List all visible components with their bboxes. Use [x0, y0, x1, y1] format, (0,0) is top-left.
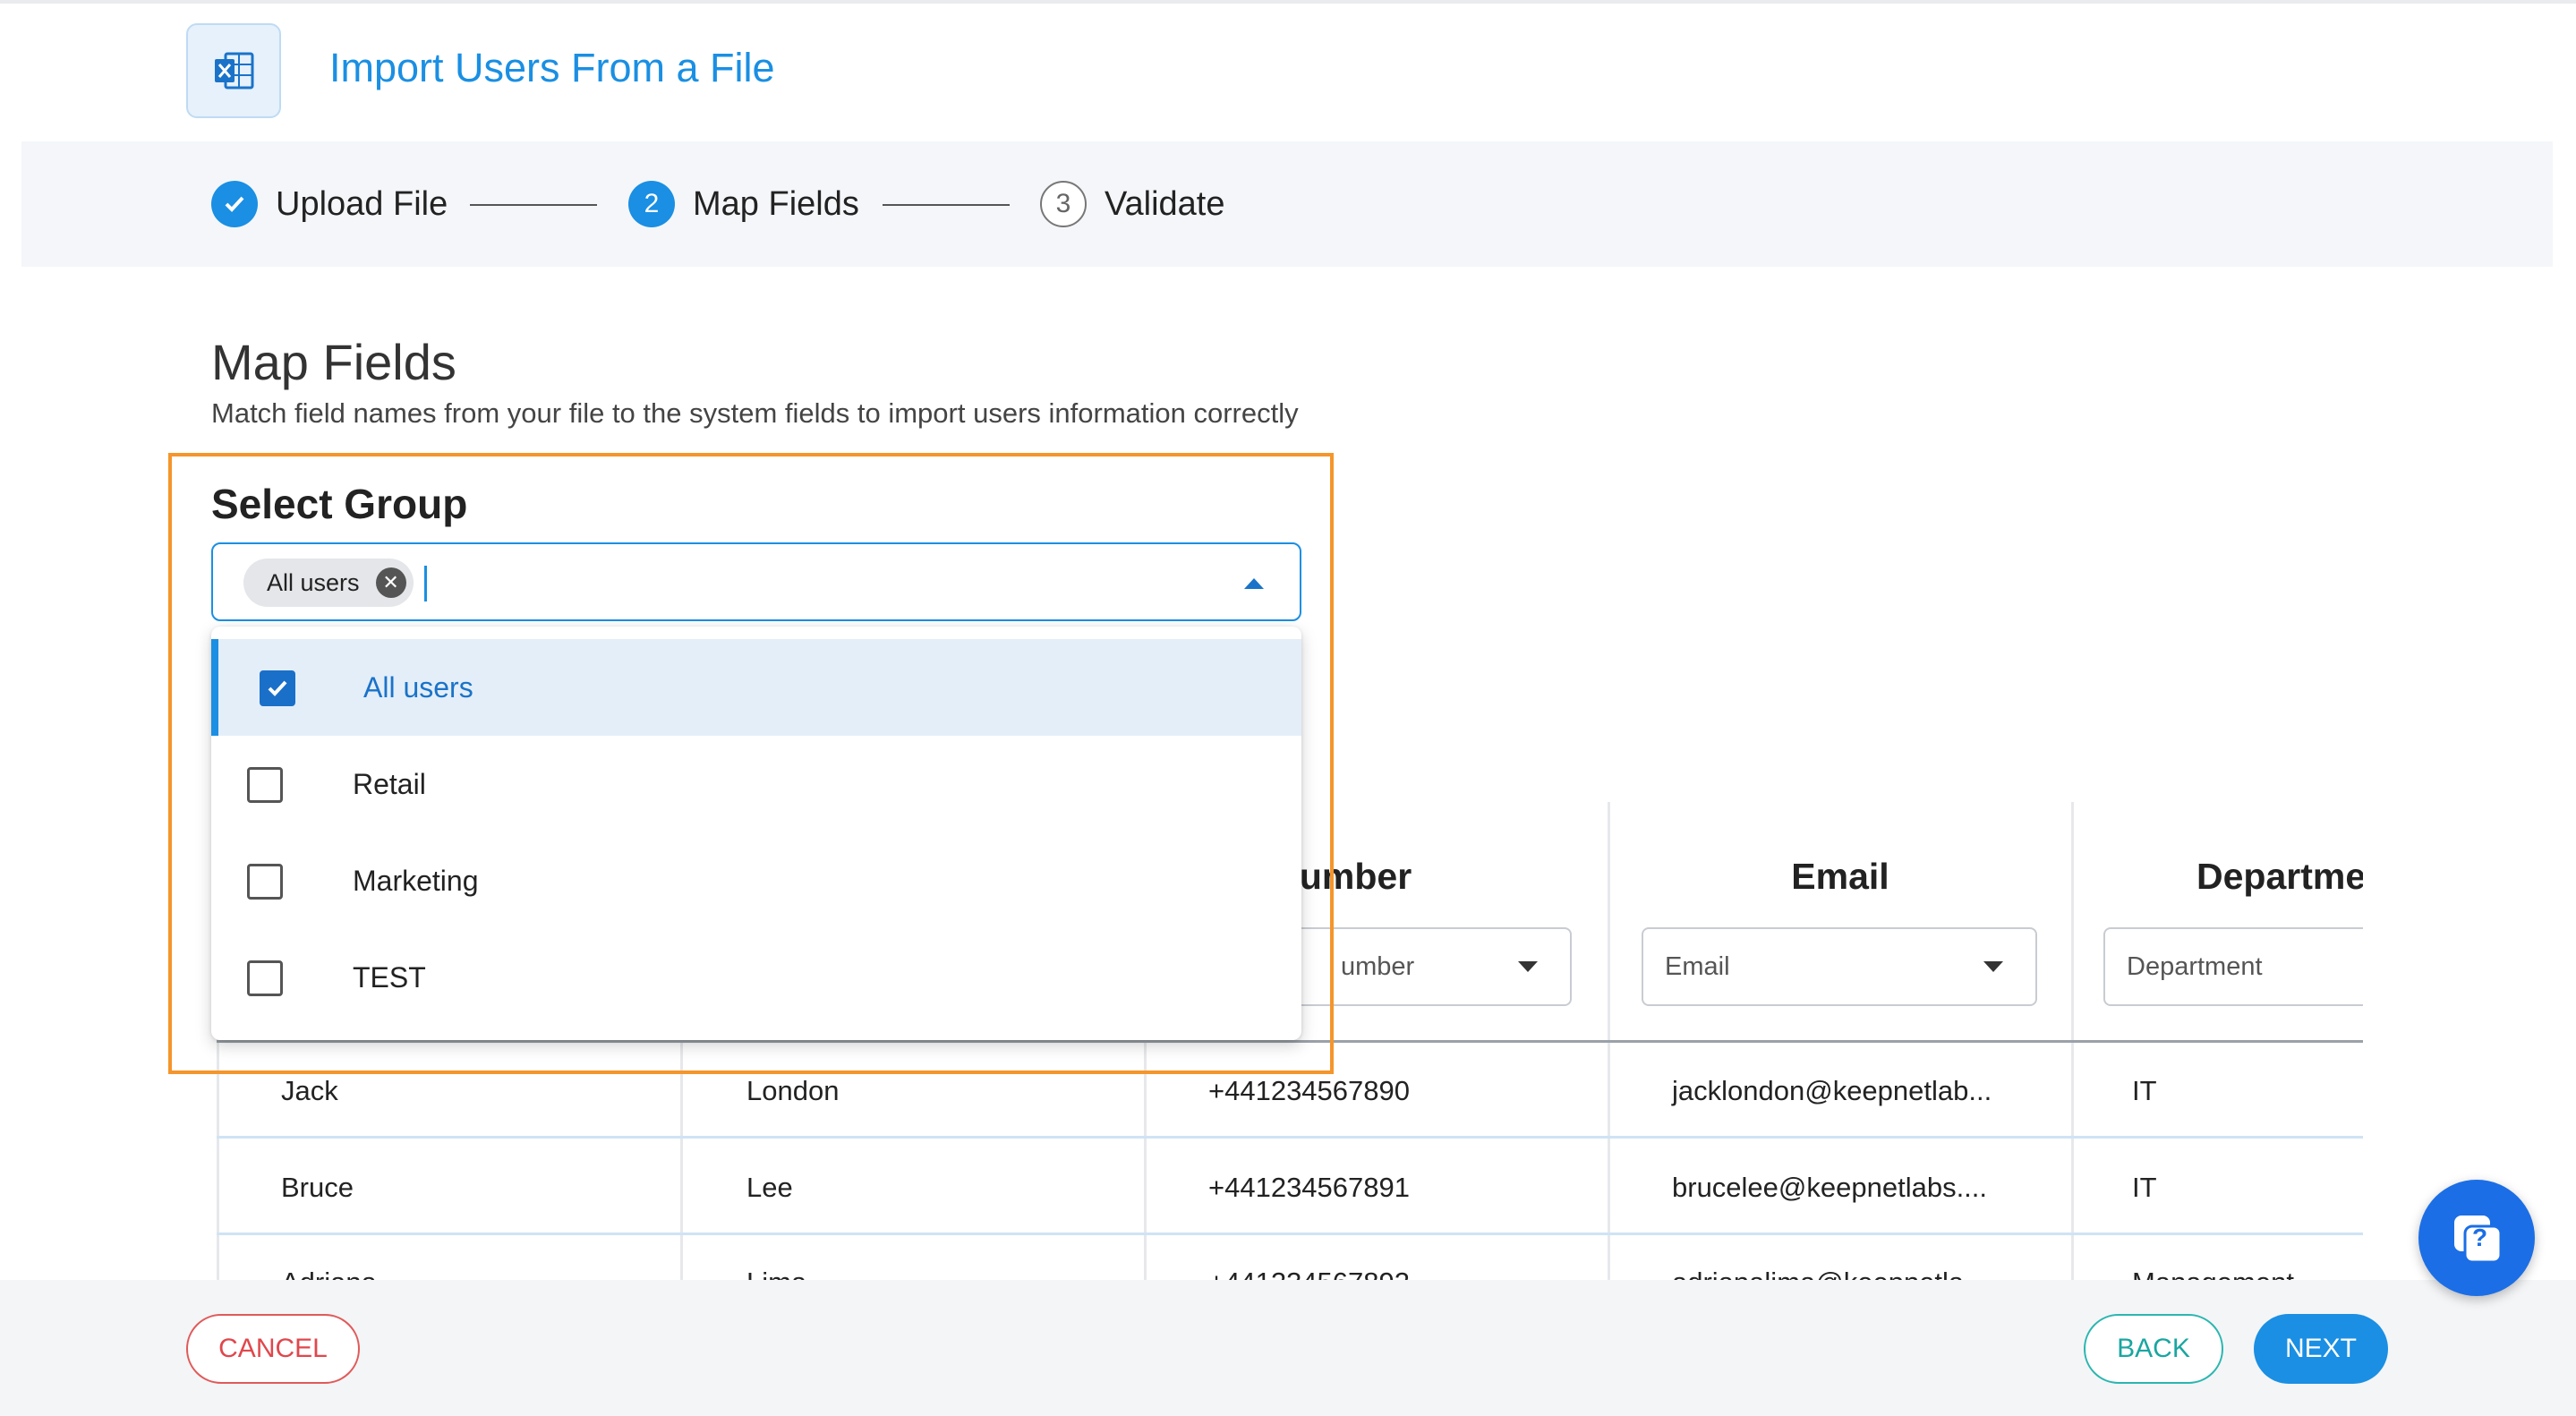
cell-email: jacklondon@keepnetlab...	[1672, 1075, 1992, 1106]
select-group-label: Select Group	[211, 481, 468, 527]
checkbox-icon[interactable]	[247, 767, 283, 803]
group-dropdown-menu: All users Retail Marketing TEST	[211, 627, 1301, 1040]
step-number: 2	[628, 181, 675, 227]
chevron-up-icon[interactable]	[1244, 578, 1264, 589]
department-field-select[interactable]: Department	[2103, 927, 2363, 1006]
step-label: Validate	[1105, 184, 1225, 223]
row-divider	[217, 1233, 2363, 1235]
option-retail[interactable]: Retail	[211, 736, 1301, 832]
select-value: Department	[2127, 951, 2263, 981]
option-label: Marketing	[353, 864, 479, 897]
table-row: Bruce Lee +441234567891 brucelee@keepnet…	[217, 1139, 2363, 1236]
option-label: All users	[363, 670, 473, 704]
option-label: TEST	[353, 960, 426, 994]
chevron-down-icon	[1518, 961, 1538, 972]
step-label: Map Fields	[693, 184, 859, 223]
step-number: 3	[1040, 181, 1087, 227]
checkbox-checked-icon[interactable]	[260, 670, 295, 706]
cell-first-name: Adriana	[281, 1267, 377, 1280]
cell-first-name: Bruce	[281, 1172, 354, 1203]
chip-remove-icon[interactable]: ✕	[375, 567, 406, 598]
option-marketing[interactable]: Marketing	[211, 832, 1301, 929]
checkbox-icon[interactable]	[247, 864, 283, 900]
option-label: Retail	[353, 767, 426, 800]
cell-phone: +441234567890	[1208, 1075, 1410, 1106]
stepper: Upload File 2 Map Fields 3 Validate	[21, 141, 2553, 267]
top-border	[0, 0, 2576, 4]
next-button[interactable]: NEXT	[2254, 1314, 2388, 1384]
cell-last-name: Lima	[746, 1267, 806, 1280]
option-test[interactable]: TEST	[211, 929, 1301, 1026]
cell-email: brucelee@keepnetlabs....	[1672, 1172, 1988, 1203]
checkbox-icon[interactable]	[247, 960, 283, 996]
cell-department: IT	[2132, 1172, 2157, 1203]
chip-label: All users	[267, 568, 360, 596]
checkmark-icon	[211, 181, 258, 227]
select-value: Email	[1665, 951, 1730, 981]
section-description: Match field names from your file to the …	[211, 397, 1299, 429]
cell-department: Management	[2132, 1267, 2294, 1280]
chevron-down-icon	[1983, 961, 2003, 972]
step-map-fields: 2 Map Fields	[628, 141, 859, 267]
back-button[interactable]: BACK	[2084, 1314, 2223, 1384]
cell-department: IT	[2132, 1075, 2157, 1106]
help-chat-icon[interactable]: ?	[2418, 1180, 2535, 1296]
text-cursor	[424, 566, 427, 601]
column-header-email: Email	[1791, 856, 1889, 897]
row-divider	[217, 1136, 2363, 1139]
selected-chip: All users ✕	[243, 559, 414, 607]
select-value: umber	[1341, 951, 1415, 981]
email-field-select[interactable]: Email	[1642, 927, 2037, 1006]
cell-phone: +441234567891	[1208, 1172, 1410, 1203]
step-label: Upload File	[276, 184, 448, 223]
cell-last-name: London	[746, 1075, 840, 1106]
step-validate: 3 Validate	[1040, 141, 1225, 267]
cell-first-name: Jack	[281, 1075, 338, 1106]
step-connector	[470, 204, 597, 206]
option-all-users[interactable]: All users	[211, 639, 1301, 736]
page-title: Import Users From a File	[329, 45, 775, 90]
step-connector	[883, 204, 1010, 206]
table-row: Adriana Lima +441234567892 adrianalima@k…	[217, 1236, 2363, 1280]
svg-text:?: ?	[2472, 1224, 2487, 1251]
cancel-button[interactable]: CANCEL	[186, 1314, 360, 1384]
step-upload-file: Upload File	[211, 141, 448, 267]
group-select-input[interactable]: All users ✕	[211, 542, 1301, 621]
section-title: Map Fields	[211, 334, 456, 390]
cell-email: adrianalima@keepnetla...	[1672, 1267, 1987, 1280]
column-header-department: Departme	[2196, 856, 2363, 897]
cell-last-name: Lee	[746, 1172, 793, 1203]
excel-file-icon	[186, 23, 281, 118]
cell-phone: +441234567892	[1208, 1267, 1410, 1280]
